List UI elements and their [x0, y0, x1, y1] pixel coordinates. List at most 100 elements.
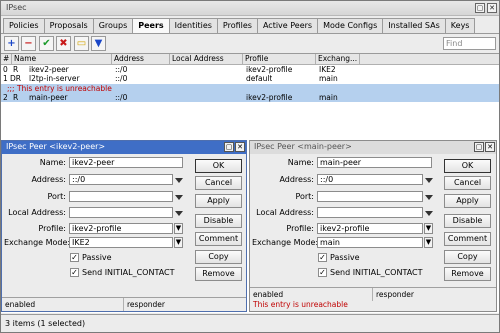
- profile-label: Profile:: [286, 224, 314, 233]
- dropdown-icon[interactable]: ▼: [174, 237, 183, 248]
- collapse-arrow-icon[interactable]: [425, 195, 433, 200]
- disable-button[interactable]: Disable: [444, 214, 491, 228]
- disable-icon[interactable]: ✖: [56, 36, 71, 51]
- exchange-mode-select[interactable]: IKE2: [69, 237, 173, 248]
- disable-button[interactable]: Disable: [195, 214, 242, 228]
- remove-button[interactable]: Remove: [195, 267, 242, 281]
- passive-checkbox[interactable]: ✓: [70, 253, 79, 262]
- col-num-label: #: [3, 54, 10, 63]
- filter-icon[interactable]: ▼: [91, 36, 106, 51]
- tab-keys[interactable]: Keys: [444, 18, 476, 33]
- collapse-arrow-icon[interactable]: [425, 211, 433, 216]
- item-count: 3 items (1 selected): [5, 319, 86, 328]
- restore-icon[interactable]: ▢: [474, 142, 484, 152]
- tab-peers[interactable]: Peers: [132, 18, 170, 33]
- table-row[interactable]: 1 DR l2tp-in-server ::/0 default main: [1, 74, 499, 83]
- comment-button[interactable]: Comment: [195, 232, 242, 246]
- tab-proposals[interactable]: Proposals: [43, 18, 94, 33]
- row-num: 1: [3, 74, 8, 83]
- col-local-address[interactable]: Local Address: [170, 54, 243, 65]
- copy-button[interactable]: Copy: [444, 250, 491, 264]
- exchange-mode-select[interactable]: main: [317, 237, 423, 248]
- row-profile: ikev2-profile: [246, 93, 293, 102]
- table-row[interactable]: 0 R ikev2-peer ::/0 ikev2-profile IKE2: [1, 65, 499, 74]
- col-address[interactable]: Address: [112, 54, 170, 65]
- ok-button[interactable]: OK: [444, 159, 491, 173]
- row-address: ::/0: [115, 93, 128, 102]
- cancel-button[interactable]: Cancel: [195, 176, 242, 190]
- row-exchange: IKE2: [319, 65, 336, 74]
- port-field[interactable]: [317, 191, 423, 202]
- tab-bar: Policies Proposals Groups Peers Identiti…: [3, 18, 476, 33]
- enable-icon[interactable]: ✔: [39, 36, 54, 51]
- col-profile-label: Profile: [245, 54, 269, 63]
- dropdown-icon[interactable]: ▼: [424, 237, 433, 248]
- col-exchange[interactable]: Exchang...: [316, 54, 360, 65]
- comment-button[interactable]: Comment: [444, 232, 491, 246]
- name-field[interactable]: ikev2-peer: [69, 157, 183, 168]
- profile-select[interactable]: ikev2-profile: [69, 223, 173, 234]
- col-num[interactable]: #: [1, 54, 12, 65]
- col-name[interactable]: Name: [12, 54, 112, 65]
- table-row-selected[interactable]: 2 R main-peer ::/0 ikev2-profile main: [1, 93, 499, 102]
- copy-button[interactable]: Copy: [195, 250, 242, 264]
- dialog-title: IPsec Peer <main-peer>: [254, 142, 352, 151]
- port-field[interactable]: [69, 191, 173, 202]
- exchange-mode-label: Exchange Mode:: [4, 238, 71, 247]
- status-enabled: enabled: [2, 298, 124, 311]
- tab-identities[interactable]: Identities: [168, 18, 218, 33]
- passive-label: Passive: [82, 253, 112, 262]
- tab-groups[interactable]: Groups: [92, 18, 134, 33]
- row-exchange: main: [319, 93, 338, 102]
- remove-icon[interactable]: −: [21, 36, 36, 51]
- apply-button[interactable]: Apply: [444, 194, 491, 208]
- close-icon[interactable]: ✕: [487, 3, 497, 13]
- send-initial-contact-checkbox[interactable]: ✓: [318, 268, 327, 277]
- col-name-label: Name: [14, 54, 37, 63]
- remove-button[interactable]: Remove: [444, 267, 491, 281]
- cancel-button[interactable]: Cancel: [444, 176, 491, 190]
- tab-installed-sas[interactable]: Installed SAs: [382, 18, 446, 33]
- col-address-label: Address: [114, 54, 144, 63]
- passive-label: Passive: [330, 253, 360, 262]
- local-address-field[interactable]: [69, 207, 173, 218]
- close-icon[interactable]: ✕: [235, 142, 245, 152]
- table-row-comment[interactable]: ;;; This entry is unreachable: [1, 84, 499, 93]
- collapse-arrow-icon[interactable]: [425, 178, 433, 183]
- collapse-arrow-icon[interactable]: [175, 195, 183, 200]
- tab-active-peers[interactable]: Active Peers: [256, 18, 319, 33]
- dropdown-icon[interactable]: ▼: [174, 223, 183, 234]
- port-label: Port:: [295, 192, 314, 201]
- comment-icon[interactable]: ▭: [74, 36, 89, 51]
- restore-icon[interactable]: ▢: [475, 3, 485, 13]
- restore-icon[interactable]: ▢: [224, 142, 234, 152]
- row-profile: default: [246, 74, 273, 83]
- add-icon[interactable]: +: [4, 36, 19, 51]
- col-profile[interactable]: Profile: [243, 54, 316, 65]
- row-name: main-peer: [29, 93, 68, 102]
- window-titlebar: IPsec ▢ ✕: [1, 1, 499, 16]
- tab-profiles[interactable]: Profiles: [216, 18, 258, 33]
- profile-select[interactable]: ikev2-profile: [317, 223, 423, 234]
- local-address-field[interactable]: [317, 207, 423, 218]
- send-initial-contact-checkbox[interactable]: ✓: [70, 268, 79, 277]
- close-icon[interactable]: ✕: [485, 142, 495, 152]
- ok-button[interactable]: OK: [195, 159, 242, 173]
- name-field[interactable]: main-peer: [317, 157, 432, 168]
- address-label: Address:: [31, 175, 66, 184]
- find-input[interactable]: Find: [443, 37, 496, 50]
- tab-policies[interactable]: Policies: [3, 18, 45, 33]
- row-comment: ;;; This entry is unreachable: [7, 84, 112, 93]
- collapse-arrow-icon[interactable]: [175, 211, 183, 216]
- address-field[interactable]: ::/0: [317, 174, 423, 185]
- collapse-arrow-icon[interactable]: [175, 178, 183, 183]
- apply-button[interactable]: Apply: [195, 194, 242, 208]
- passive-checkbox[interactable]: ✓: [318, 253, 327, 262]
- dropdown-icon[interactable]: ▼: [424, 223, 433, 234]
- address-field[interactable]: ::/0: [69, 174, 173, 185]
- row-flag: R: [13, 93, 19, 102]
- tab-mode-configs[interactable]: Mode Configs: [317, 18, 384, 33]
- row-exchange: main: [319, 74, 338, 83]
- row-num: 2: [3, 93, 8, 102]
- status-bar: 3 items (1 selected): [1, 314, 499, 332]
